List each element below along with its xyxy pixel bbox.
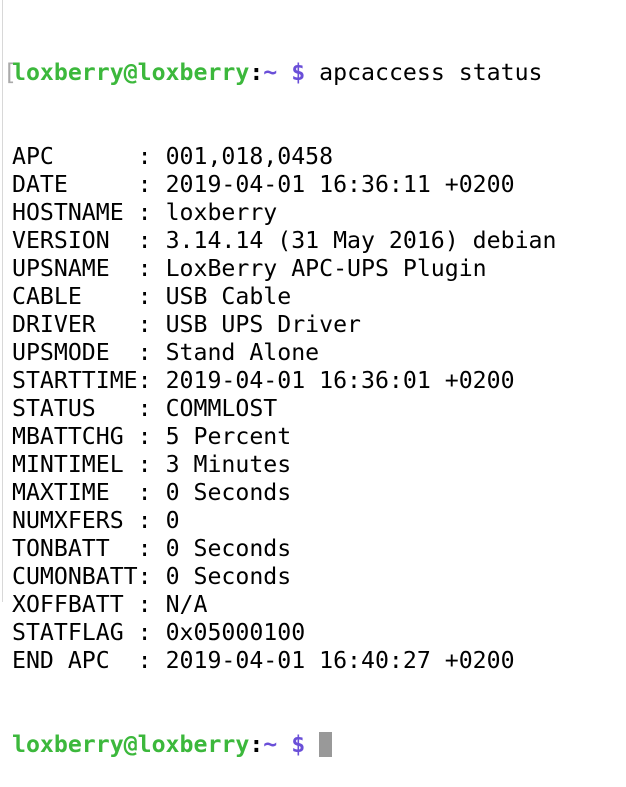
status-value: 3.14.14 (31 May 2016) debian bbox=[165, 227, 557, 254]
status-separator: : bbox=[137, 339, 166, 366]
status-separator: : bbox=[137, 395, 166, 422]
status-separator: : bbox=[137, 255, 166, 282]
command-line: [loxberry@loxberry:~ $ apcaccess status bbox=[3, 59, 556, 87]
status-separator: : bbox=[137, 423, 166, 450]
status-separator: : bbox=[137, 619, 166, 646]
prompt-user-host: loxberry@loxberry bbox=[12, 59, 250, 86]
status-value: USB Cable bbox=[165, 283, 292, 310]
status-separator: : bbox=[137, 367, 166, 394]
status-value: 001,018,0458 bbox=[165, 143, 334, 170]
status-separator: : bbox=[137, 311, 166, 338]
status-value: LoxBerry APC-UPS Plugin bbox=[165, 255, 487, 282]
status-key: CABLE bbox=[12, 283, 138, 310]
prompt-path: ~ $ bbox=[263, 731, 306, 758]
prompt-user-host: loxberry@loxberry bbox=[12, 731, 250, 758]
status-line: XOFFBATT : N/A bbox=[12, 591, 556, 619]
window-edge bbox=[2, 0, 3, 602]
status-separator: : bbox=[137, 647, 166, 674]
status-line: MBATTCHG : 5 Percent bbox=[12, 423, 556, 451]
status-line: UPSMODE : Stand Alone bbox=[12, 339, 556, 367]
status-value: 0 bbox=[165, 507, 180, 534]
status-separator: : bbox=[137, 227, 166, 254]
active-prompt-line[interactable]: loxberry@loxberry:~ $ bbox=[12, 731, 556, 759]
status-value: 2019-04-01 16:36:01 +0200 bbox=[165, 367, 515, 394]
status-value: 0 Seconds bbox=[165, 535, 292, 562]
status-line: APC : 001,018,0458 bbox=[12, 143, 556, 171]
status-line: STATUS : COMMLOST bbox=[12, 395, 556, 423]
status-key: STATFLAG bbox=[12, 619, 138, 646]
prompt-colon: : bbox=[249, 731, 264, 758]
prompt-bracket: [ bbox=[3, 59, 17, 86]
status-key: DATE bbox=[12, 171, 138, 198]
status-line: CABLE : USB Cable bbox=[12, 283, 556, 311]
status-line: STATFLAG : 0x05000100 bbox=[12, 619, 556, 647]
status-key: MINTIMEL bbox=[12, 451, 138, 478]
status-line: END APC : 2019-04-01 16:40:27 +0200 bbox=[12, 647, 556, 675]
status-line: MAXTIME : 0 Seconds bbox=[12, 479, 556, 507]
status-key: APC bbox=[12, 143, 138, 170]
status-key: UPSMODE bbox=[12, 339, 138, 366]
status-separator: : bbox=[137, 143, 166, 170]
terminal-output[interactable]: [loxberry@loxberry:~ $ apcaccess status … bbox=[3, 3, 556, 787]
status-value: USB UPS Driver bbox=[165, 311, 362, 338]
status-separator: : bbox=[137, 535, 166, 562]
status-value: 0 Seconds bbox=[165, 563, 292, 590]
status-value: 0 Seconds bbox=[165, 479, 292, 506]
status-value: loxberry bbox=[165, 199, 278, 226]
status-separator: : bbox=[137, 563, 166, 590]
text-cursor bbox=[319, 732, 333, 757]
status-line: STARTTIME: 2019-04-01 16:36:01 +0200 bbox=[12, 367, 556, 395]
status-value: N/A bbox=[165, 591, 208, 618]
status-key: END APC bbox=[12, 647, 138, 674]
status-key: NUMXFERS bbox=[12, 507, 138, 534]
status-separator: : bbox=[137, 507, 166, 534]
status-key: MBATTCHG bbox=[12, 423, 138, 450]
status-value: 5 Percent bbox=[165, 423, 292, 450]
status-value: COMMLOST bbox=[165, 395, 278, 422]
status-line: UPSNAME : LoxBerry APC-UPS Plugin bbox=[12, 255, 556, 283]
status-separator: : bbox=[137, 451, 166, 478]
status-separator: : bbox=[137, 283, 166, 310]
status-line: TONBATT : 0 Seconds bbox=[12, 535, 556, 563]
prompt-colon: : bbox=[249, 59, 264, 86]
status-key: STATUS bbox=[12, 395, 138, 422]
status-separator: : bbox=[137, 171, 166, 198]
status-line: HOSTNAME : loxberry bbox=[12, 199, 556, 227]
status-key: MAXTIME bbox=[12, 479, 138, 506]
status-line: DATE : 2019-04-01 16:36:11 +0200 bbox=[12, 171, 556, 199]
status-key: UPSNAME bbox=[12, 255, 138, 282]
status-separator: : bbox=[137, 591, 166, 618]
status-separator: : bbox=[137, 199, 166, 226]
status-separator: : bbox=[137, 479, 166, 506]
status-key: HOSTNAME bbox=[12, 199, 138, 226]
status-line: MINTIMEL : 3 Minutes bbox=[12, 451, 556, 479]
status-value: 3 Minutes bbox=[165, 451, 292, 478]
status-line: DRIVER : USB UPS Driver bbox=[12, 311, 556, 339]
status-key: CUMONBATT bbox=[12, 563, 138, 590]
status-key: STARTTIME bbox=[12, 367, 138, 394]
command-text: apcaccess status bbox=[319, 59, 543, 86]
status-key: VERSION bbox=[12, 227, 138, 254]
status-value: 2019-04-01 16:36:11 +0200 bbox=[165, 171, 515, 198]
status-value: 0x05000100 bbox=[165, 619, 306, 646]
status-key: DRIVER bbox=[12, 311, 138, 338]
status-value: 2019-04-01 16:40:27 +0200 bbox=[165, 647, 515, 674]
status-key: XOFFBATT bbox=[12, 591, 138, 618]
status-line: CUMONBATT: 0 Seconds bbox=[12, 563, 556, 591]
prompt-path: ~ $ bbox=[263, 59, 306, 86]
status-line: NUMXFERS : 0 bbox=[12, 507, 556, 535]
status-value: Stand Alone bbox=[165, 339, 320, 366]
status-key: TONBATT bbox=[12, 535, 138, 562]
status-line: VERSION : 3.14.14 (31 May 2016) debian bbox=[12, 227, 556, 255]
